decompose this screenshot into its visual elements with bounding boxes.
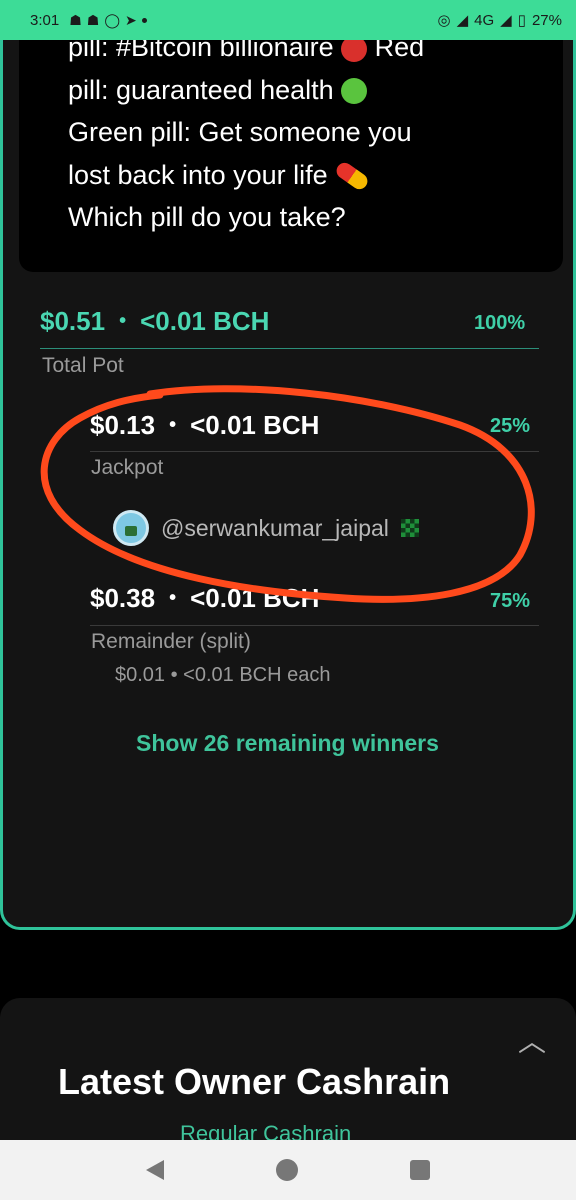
remainder-each: $0.01 • <0.01 BCH each: [115, 664, 331, 686]
network-type: 4G: [474, 11, 495, 29]
total-percent: 100%: [474, 312, 526, 334]
separator-dot: •: [169, 587, 177, 609]
battery-icon: ▯: [517, 12, 526, 29]
remainder-usd: $0.38: [90, 583, 156, 613]
remainder-amount: $0.38 • <0.01 BCH: [90, 583, 319, 614]
divider: [90, 625, 539, 626]
jackpot-usd: $0.13: [90, 410, 156, 440]
navigation-bar: [0, 1140, 576, 1200]
jackpot-winner[interactable]: @serwankumar_jaipal: [113, 510, 419, 546]
latest-cashrain-card: ︿ Latest Owner Cashrain Regular Cashrain: [0, 998, 576, 1158]
post-content: pill: #Bitcoin billionaire Red pill: gua…: [19, 40, 563, 272]
jackpot-bch: <0.01 BCH: [190, 410, 320, 440]
total-usd: $0.51: [40, 306, 106, 336]
post-line: pill: guaranteed health: [68, 74, 334, 105]
avatar: [113, 510, 149, 546]
remainder-label: Remainder (split): [91, 630, 251, 653]
cashrain-card: pill: #Bitcoin billionaire Red pill: gua…: [0, 40, 576, 930]
remainder-percent: 75%: [490, 590, 531, 612]
total-bch: <0.01 BCH: [140, 306, 270, 336]
snapchat-icon: ☗: [86, 11, 100, 28]
total-pot-label: Total Pot: [42, 354, 124, 377]
dot-icon: [141, 17, 147, 23]
separator-dot: •: [169, 414, 177, 436]
remainder-bch: <0.01 BCH: [190, 583, 320, 613]
post-line: Which pill do you take?: [68, 202, 346, 232]
jackpot-label: Jackpot: [91, 456, 164, 479]
signal-icon: ◢: [500, 12, 512, 29]
home-icon[interactable]: [276, 1159, 298, 1181]
whatsapp-icon: ◯: [104, 11, 120, 28]
status-time: 3:01: [30, 11, 60, 29]
status-bar: 3:01 ☗ ☗ ◯ ➤ ◎ ◢ 4G ◢ ▯ 27%: [0, 0, 576, 40]
chevron-up-icon[interactable]: ︿: [518, 1020, 546, 1060]
recent-apps-icon[interactable]: [410, 1160, 430, 1180]
jackpot-percent: 25%: [490, 415, 531, 437]
pill-icon: [333, 160, 371, 193]
status-right: ◎ ◢ 4G ◢ ▯ 27%: [437, 11, 563, 30]
divider: [40, 348, 539, 349]
post-line: lost back into your life: [68, 159, 328, 190]
green-circle-icon: [341, 78, 368, 105]
signal-icon: ◢: [456, 12, 469, 29]
winner-handle[interactable]: @serwankumar_jaipal: [161, 515, 389, 542]
telegram-icon: ➤: [125, 11, 137, 28]
post-line: Red: [374, 40, 425, 62]
back-icon[interactable]: [146, 1160, 164, 1180]
post-line: pill: #Bitcoin billionaire: [68, 40, 334, 62]
verified-icon: [400, 519, 419, 537]
notification-icons: ☗ ☗ ◯ ➤: [69, 12, 147, 29]
jackpot-amount: $0.13 • <0.01 BCH: [90, 410, 319, 441]
snapchat-icon: ☗: [69, 11, 82, 28]
total-pot-amount: $0.51 • <0.01 BCH: [40, 306, 269, 337]
post-text: pill: #Bitcoin billionaire Red pill: gua…: [68, 40, 508, 239]
post-line: Green pill: Get someone you: [68, 117, 412, 147]
divider: [90, 451, 539, 452]
section-title: Latest Owner Cashrain: [58, 1061, 451, 1102]
hotspot-icon: ◎: [437, 12, 451, 29]
battery-level: 27%: [531, 11, 562, 29]
separator-dot: •: [119, 310, 127, 332]
show-remaining-winners-link[interactable]: Show 26 remaining winners: [136, 730, 439, 757]
red-circle-icon: [341, 40, 368, 62]
